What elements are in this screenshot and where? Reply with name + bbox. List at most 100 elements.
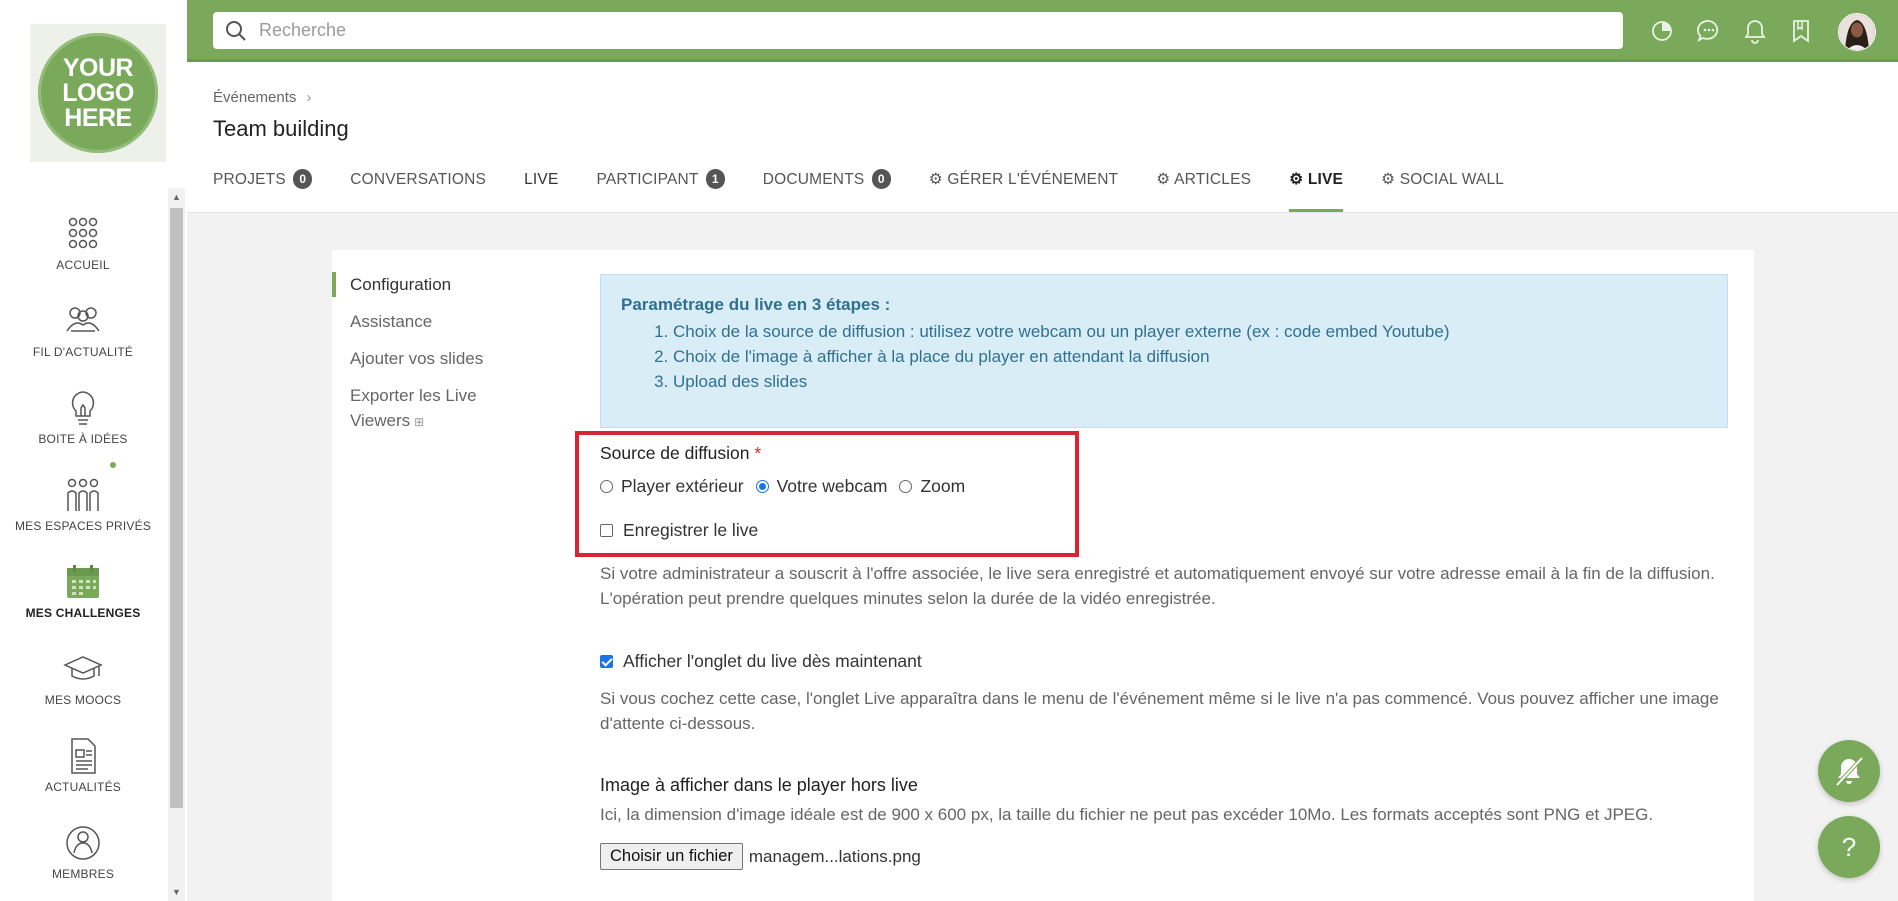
tab-articles[interactable]: ⚙ ARTICLES	[1156, 160, 1251, 212]
sidebar-item-mes-challenges[interactable]: MES CHALLENGES	[0, 562, 166, 620]
breadcrumb[interactable]: Événements ›	[213, 89, 311, 106]
sidebar-item-fil-actualite[interactable]: FIL D'ACTUALITÉ	[0, 301, 166, 359]
menu-item-configuration[interactable]: Configuration	[332, 272, 532, 297]
bell-off-icon	[1835, 756, 1864, 787]
lightbulb-icon	[71, 391, 95, 425]
info-title: Paramétrage du live en 3 étapes :	[621, 295, 891, 314]
image-field-label: Image à afficher dans le player hors liv…	[600, 775, 918, 795]
field-label: Source de diffusion	[600, 443, 750, 463]
steps-list: Choix de la source de diffusion : utilis…	[621, 319, 1707, 394]
radio-player-exterieur[interactable]: Player extérieur	[600, 476, 744, 497]
calendar-icon	[67, 565, 99, 598]
tab-gerer-evenement[interactable]: ⚙ GÉRER L'ÉVÉNEMENT	[929, 160, 1119, 212]
user-icon	[66, 826, 100, 860]
page-title: Team building	[213, 116, 349, 141]
list-item: Choix de l'image à afficher à la place d…	[673, 344, 1707, 369]
tab-label: LIVE	[524, 171, 559, 188]
radio-label: Zoom	[920, 476, 966, 496]
tab-participant[interactable]: PARTICIPANT 1	[597, 160, 725, 212]
chevron-right-icon: ›	[306, 89, 312, 106]
logo[interactable]: YOUR LOGO HERE	[30, 24, 166, 162]
breadcrumb-link[interactable]: Événements	[213, 89, 296, 106]
file-input-row: Choisir un fichier managem...lations.png	[600, 843, 921, 870]
logo-line: LOGO	[62, 78, 134, 107]
tab-label: PROJETS	[213, 171, 286, 188]
mute-notifications-button[interactable]	[1818, 740, 1880, 802]
people-group-icon	[66, 307, 100, 332]
source-radio-group: Player extérieur Votre webcam Zoom	[600, 476, 977, 497]
tab-label: DOCUMENTS	[762, 171, 865, 188]
sidebar-item-accueil[interactable]: ACCUEIL	[0, 214, 166, 272]
radio-button[interactable]	[899, 480, 913, 493]
avatar-image	[1839, 14, 1875, 50]
search-input[interactable]	[257, 19, 1561, 42]
help-button[interactable]: ?	[1818, 816, 1880, 878]
info-box: Paramétrage du live en 3 étapes : Choix …	[600, 274, 1728, 428]
sidebar-item-label: FIL D'ACTUALITÉ	[32, 345, 134, 359]
radio-label: Player extérieur	[621, 476, 744, 496]
checkbox[interactable]	[600, 524, 613, 537]
count-badge: 0	[871, 169, 891, 189]
tab-label: PARTICIPANT	[596, 171, 699, 188]
grid-icon	[68, 217, 98, 249]
sidebar-item-label: MES MOOCS	[44, 693, 122, 707]
chat-icon[interactable]	[1696, 18, 1722, 44]
sidebar-item-boite-idees[interactable]: BOITE À IDÉES	[0, 388, 166, 446]
radio-label: Votre webcam	[776, 476, 888, 496]
checkbox-label: Afficher l'onglet du live dès maintenant	[623, 651, 922, 671]
gear-icon: ⚙	[1156, 171, 1171, 188]
sidebar-item-espaces-prives[interactable]: MES ESPACES PRIVÉS	[0, 475, 166, 533]
tab-conversations[interactable]: CONVERSATIONS	[350, 160, 486, 212]
radio-button-selected[interactable]	[755, 480, 769, 493]
tab-projets[interactable]: PROJETS 0	[213, 160, 313, 212]
sidebar-item-actualites[interactable]: ACTUALITÉS	[0, 736, 166, 794]
tab-label: LIVE	[1307, 171, 1344, 188]
bell-icon[interactable]	[1742, 18, 1768, 44]
avatar[interactable]	[1838, 13, 1876, 51]
team-icon	[67, 478, 99, 511]
help-icon: ?	[1841, 831, 1857, 862]
tab-live-settings[interactable]: ⚙ LIVE	[1289, 160, 1343, 212]
show-live-tab-checkbox[interactable]: Afficher l'onglet du live dès maintenant	[600, 651, 922, 672]
sidebar-item-label: ACTUALITÉS	[44, 780, 121, 794]
count-badge: 0	[293, 169, 313, 189]
gear-icon: ⚙	[1289, 171, 1304, 188]
list-item: Upload des slides	[673, 369, 1707, 394]
tab-label: ARTICLES	[1174, 171, 1252, 188]
tab-social-wall[interactable]: ⚙ SOCIAL WALL	[1381, 160, 1504, 212]
radio-votre-webcam[interactable]: Votre webcam	[755, 476, 888, 497]
sidebar-scrollbar[interactable]: ▲ ▼	[168, 188, 185, 901]
scrollbar-thumb[interactable]	[170, 208, 183, 808]
choose-file-button[interactable]: Choisir un fichier	[600, 843, 743, 870]
menu-item-ajouter-slides[interactable]: Ajouter vos slides	[332, 346, 532, 371]
sidebar-item-membres[interactable]: MEMBRES	[0, 823, 166, 881]
logo-line: YOUR	[62, 53, 134, 82]
bookmark-icon[interactable]	[1788, 18, 1814, 44]
scroll-up-icon[interactable]: ▲	[168, 190, 185, 204]
gear-icon: ⚙	[1381, 171, 1396, 188]
activity-icon[interactable]	[1649, 18, 1675, 44]
sidebar-item-mes-moocs[interactable]: MES MOOCS	[0, 649, 166, 707]
tab-live[interactable]: LIVE	[524, 160, 558, 212]
menu-item-exporter-viewers[interactable]: Exporter les Live Viewers ⊞	[332, 383, 532, 435]
sidebar-item-label: ACCUEIL	[56, 258, 110, 272]
tabs-bar: PROJETS 0 CONVERSATIONS LIVE PARTICIPANT…	[213, 160, 1542, 212]
record-live-checkbox[interactable]: Enregistrer le live	[600, 520, 758, 541]
top-bar	[187, 0, 1898, 62]
settings-menu: Configuration Assistance Ajouter vos sli…	[332, 272, 532, 447]
tab-documents[interactable]: DOCUMENTS 0	[763, 160, 891, 212]
logo-line: HERE	[64, 103, 132, 132]
checkbox-checked[interactable]	[600, 655, 613, 668]
scroll-down-icon[interactable]: ▼	[168, 885, 185, 899]
sidebar-item-label: BOITE À IDÉES	[38, 432, 128, 446]
menu-item-assistance[interactable]: Assistance	[332, 309, 532, 334]
record-help-text: Si votre administrateur a souscrit à l'o…	[600, 564, 1715, 608]
news-icon	[71, 738, 96, 774]
sidebar-item-label: MES CHALLENGES	[25, 606, 141, 620]
sidebar: YOUR LOGO HERE ACCUEIL FIL D'ACTUALITÉ B…	[0, 0, 187, 901]
count-badge: 1	[705, 169, 725, 189]
radio-button[interactable]	[600, 480, 613, 493]
search-bar[interactable]	[213, 12, 1623, 49]
radio-zoom[interactable]: Zoom	[899, 476, 965, 497]
file-name: managem...lations.png	[748, 846, 921, 866]
